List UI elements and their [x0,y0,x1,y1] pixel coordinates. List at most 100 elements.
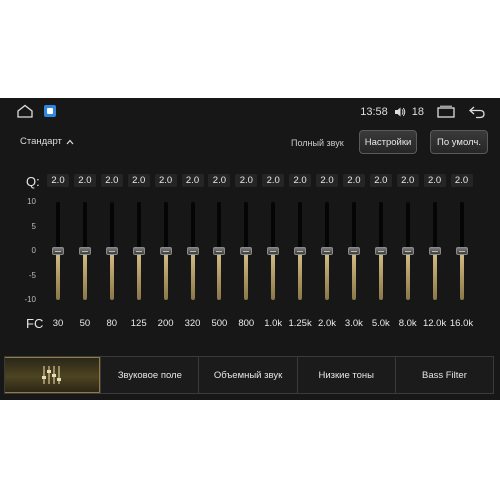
frequency-label: 1.25k [288,318,312,329]
eq-slider[interactable] [455,98,468,398]
eq-slider[interactable] [240,98,253,398]
tab-bass[interactable]: Низкие тоны [296,357,395,393]
eq-slider[interactable] [159,98,172,398]
slider-fill [244,251,249,300]
tab-sound-field[interactable]: Звуковое поле [100,357,198,393]
slider-track [405,202,410,251]
slider-track [351,202,356,251]
slider-track [325,202,329,251]
slider-track [82,202,87,251]
frequency-label: 80 [106,318,118,329]
slider-fill [378,251,383,300]
axis-label: 5 [31,221,36,231]
slider-track [136,202,141,251]
fc-label: FC [26,316,44,331]
slider-knob[interactable] [52,247,64,255]
slider-fill [271,251,276,300]
slider-knob[interactable] [78,247,91,255]
slider-track [432,202,437,251]
back-icon[interactable] [468,105,486,119]
home-icon[interactable] [16,104,34,118]
slider-track [378,202,383,251]
slider-knob[interactable] [186,247,199,255]
eq-slider[interactable] [321,98,333,398]
slider-knob[interactable] [240,247,253,255]
eq-slider[interactable] [294,98,307,398]
frequency-label: 2.0k [318,318,336,329]
slider-fill [351,251,356,300]
frequency-label: 8.0k [398,318,417,329]
slider-fill [136,251,141,300]
tab-bar: Звуковое поле Объемный звук Низкие тоны … [4,356,494,394]
frequency-label: 12.0k [422,318,447,329]
slider-track [298,202,303,251]
slider-knob[interactable] [159,247,172,255]
frequency-label: 3.0k [344,318,363,329]
frequency-label: 16.0k [449,318,474,329]
slider-fill [325,251,329,300]
slider-knob[interactable] [401,247,414,255]
slider-knob[interactable] [213,247,226,255]
slider-fill [217,251,222,300]
slider-fill [109,251,114,300]
eq-slider[interactable] [52,98,64,398]
equalizer-icon [42,366,62,384]
slider-fill [298,251,303,300]
eq-slider[interactable] [347,98,360,398]
chevron-up-icon [66,139,74,144]
slider-track [244,202,249,251]
recent-apps-icon[interactable] [436,105,456,119]
frequency-label: 1.0k [264,318,283,329]
axis-label: 0 [31,246,36,255]
preset-selector[interactable]: Стандарт [20,136,74,147]
slider-track [217,202,222,251]
eq-slider[interactable] [213,98,226,398]
frequency-label: 30 [52,318,64,329]
slider-fill [459,251,464,300]
slider-knob[interactable] [428,247,441,255]
slider-knob[interactable] [347,247,360,255]
frequency-label: 50 [79,318,91,329]
screen: 13:58 18 Стандарт Полный звук Настройки … [0,98,500,400]
slider-fill [405,251,410,300]
slider-knob[interactable] [374,247,387,255]
slider-track [163,202,168,251]
slider-track [459,202,464,251]
eq-slider[interactable] [78,98,91,398]
slider-track [190,202,195,251]
slider-knob[interactable] [294,247,307,255]
frequency-label: 5.0k [371,318,390,329]
slider-knob[interactable] [132,247,145,255]
slider-fill [82,251,87,300]
eq-slider[interactable] [428,98,441,398]
tab-surround[interactable]: Объемный звук [198,357,296,393]
eq-slider[interactable] [186,98,199,398]
frequency-label: 800 [238,318,255,329]
tab-bass-filter[interactable]: Bass Filter [394,357,493,393]
slider-fill [163,251,168,300]
axis-label: -5 [28,270,36,280]
eq-slider[interactable] [401,98,414,398]
slider-fill [432,251,437,300]
slider-knob[interactable] [455,247,468,255]
eq-slider[interactable] [374,98,387,398]
tab-equalizer[interactable] [5,357,101,393]
slider-knob[interactable] [267,247,280,255]
axis-label: 10 [27,197,36,206]
slider-track [56,202,60,251]
slider-fill [190,251,195,300]
frequency-label: 200 [157,318,174,329]
slider-knob[interactable] [105,247,118,255]
frequency-label: 500 [211,318,228,329]
eq-slider[interactable] [132,98,145,398]
slider-track [109,202,114,251]
slider-track [271,202,276,251]
eq-slider[interactable] [105,98,118,398]
slider-fill [56,251,60,300]
slider-knob[interactable] [321,247,333,255]
eq-slider[interactable] [267,98,280,398]
frequency-label: 125 [130,318,147,329]
frequency-label: 320 [184,318,201,329]
axis-label: -10 [24,295,36,304]
volume-level: 18 [411,106,424,118]
